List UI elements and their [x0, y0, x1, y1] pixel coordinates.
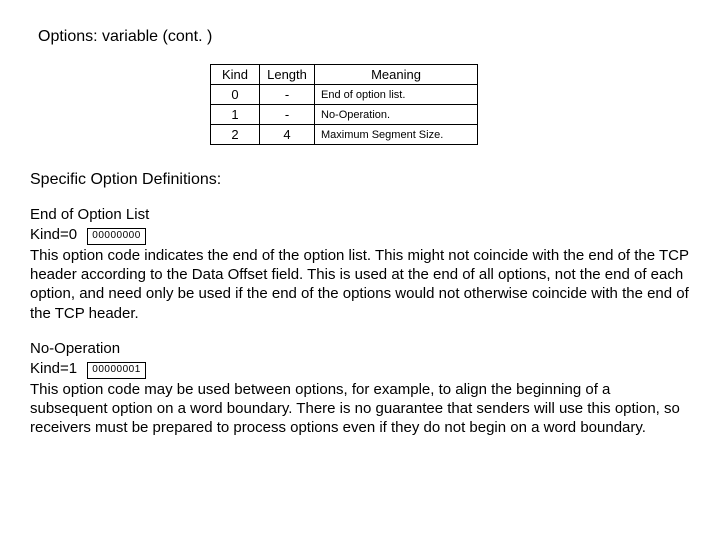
cell-meaning: No-Operation.: [315, 105, 478, 125]
option-bits: 00000000: [87, 228, 146, 245]
option-kind-label: Kind=0: [30, 226, 77, 243]
option-description: This option code may be used between opt…: [30, 380, 690, 438]
cell-kind: 0: [211, 85, 260, 105]
col-meaning: Meaning: [315, 65, 478, 85]
cell-kind: 1: [211, 105, 260, 125]
cell-meaning: Maximum Segment Size.: [315, 125, 478, 145]
table-row: 2 4 Maximum Segment Size.: [211, 125, 478, 145]
col-kind: Kind: [211, 65, 260, 85]
cell-meaning: End of option list.: [315, 85, 478, 105]
option-description: This option code indicates the end of th…: [30, 246, 690, 323]
cell-length: -: [260, 105, 315, 125]
option-name: No-Operation: [30, 339, 690, 358]
col-length: Length: [260, 65, 315, 85]
option-kind-label: Kind=1: [30, 360, 77, 377]
cell-kind: 2: [211, 125, 260, 145]
table-row: 1 - No-Operation.: [211, 105, 478, 125]
section-heading: Specific Option Definitions:: [30, 171, 690, 189]
table-row: 0 - End of option list.: [211, 85, 478, 105]
cell-length: 4: [260, 125, 315, 145]
option-bits: 00000001: [87, 362, 146, 379]
options-table: Kind Length Meaning 0 - End of option li…: [210, 64, 478, 145]
option-kind-line: Kind=1 00000001: [30, 359, 690, 379]
option-definition: No-Operation Kind=1 00000001 This option…: [30, 339, 690, 438]
cell-length: -: [260, 85, 315, 105]
table-header-row: Kind Length Meaning: [211, 65, 478, 85]
page-title: Options: variable (cont. ): [38, 28, 690, 46]
option-name: End of Option List: [30, 205, 690, 224]
option-definition: End of Option List Kind=0 00000000 This …: [30, 205, 690, 323]
option-kind-line: Kind=0 00000000: [30, 225, 690, 245]
